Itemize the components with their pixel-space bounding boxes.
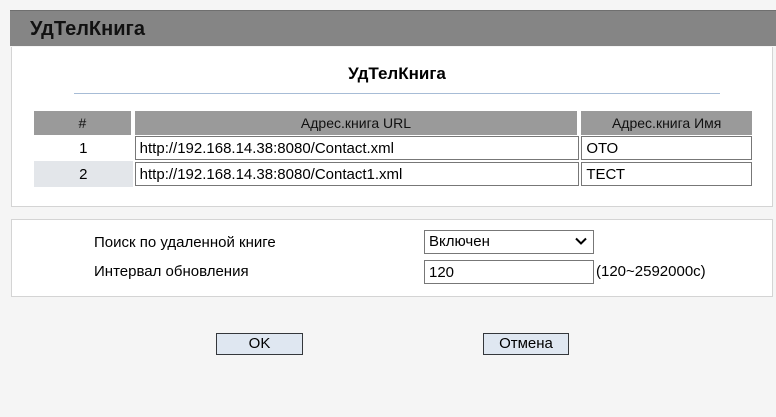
update-interval-hint: (120~2592000с) xyxy=(596,263,706,280)
row-number: 1 xyxy=(79,139,88,157)
column-header-name: Адрес.книга Имя xyxy=(581,111,752,135)
title-bar: УдТелКнига xyxy=(10,10,776,46)
update-interval-label: Интервал обновления xyxy=(94,263,249,280)
ok-button[interactable]: OK xyxy=(216,333,303,355)
url-cell xyxy=(134,135,580,161)
name-input[interactable] xyxy=(581,136,752,160)
phonebook-panel: УдТелКнига # Адрес.книга URL Адрес.книга… xyxy=(11,47,773,207)
url-cell xyxy=(134,161,580,187)
table-header-row: # Адрес.книга URL Адрес.книга Имя xyxy=(34,111,752,135)
column-header-url: Адрес.книга URL xyxy=(134,111,580,135)
remote-search-value: Включен xyxy=(429,233,490,250)
name-cell xyxy=(581,135,752,161)
phonebook-table: # Адрес.книга URL Адрес.книга Имя 1 2 xyxy=(32,111,754,187)
remote-search-select[interactable]: Включен xyxy=(424,230,594,254)
table-row: 1 xyxy=(34,135,752,161)
page-title: УдТелКнига xyxy=(30,18,145,40)
url-input[interactable] xyxy=(134,162,580,186)
cancel-button[interactable]: Отмена xyxy=(483,333,569,355)
section-title: УдТелКнига xyxy=(348,64,446,83)
row-number: 2 xyxy=(34,161,133,187)
update-interval-input[interactable] xyxy=(424,260,594,284)
settings-panel: Поиск по удаленной книге Включен Интерва… xyxy=(11,219,773,297)
name-input[interactable] xyxy=(581,162,752,186)
url-input[interactable] xyxy=(134,136,580,160)
name-cell xyxy=(581,161,752,187)
section-divider xyxy=(74,93,720,94)
chevron-down-icon xyxy=(575,237,587,245)
table-row: 2 xyxy=(34,161,752,187)
column-header-number: # xyxy=(34,111,133,135)
remote-search-label: Поиск по удаленной книге xyxy=(94,234,276,251)
